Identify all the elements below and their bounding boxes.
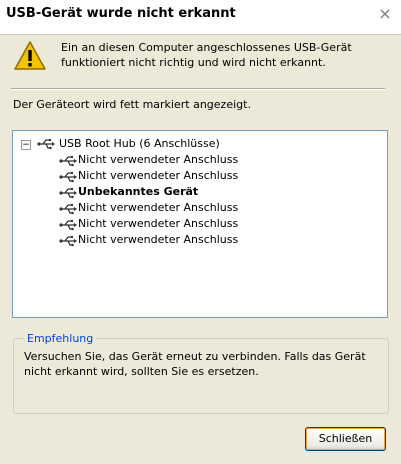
usb-icon: [59, 172, 77, 183]
recommendation-title: Empfehlung: [24, 332, 97, 345]
recommendation-group: Empfehlung Versuchen Sie, das Gerät erne…: [13, 332, 389, 414]
collapse-icon[interactable]: −: [21, 140, 31, 150]
recommendation-text: Versuchen Sie, das Gerät erneut zu verbi…: [24, 350, 366, 378]
title-bar: USB-Gerät wurde nicht erkannt ×: [0, 0, 401, 35]
tree-root-label: USB Root Hub (6 Anschlüsse): [59, 137, 220, 150]
port-label: Nicht verwendeter Anschluss: [78, 217, 239, 230]
usb-icon: [59, 156, 77, 167]
port-label: Nicht verwendeter Anschluss: [78, 169, 239, 182]
separator: [11, 88, 385, 90]
error-message: Ein an diesen Computer angeschlossenes U…: [61, 41, 352, 69]
port-label: Nicht verwendeter Anschluss: [78, 201, 239, 214]
device-tree[interactable]: − USB Root Hub (6 Anschlüsse) Nicht verw…: [12, 130, 388, 318]
usb-hub-icon: [37, 139, 55, 150]
usb-icon: [59, 188, 77, 199]
close-button[interactable]: Schließen: [305, 427, 386, 451]
warning-icon: [14, 41, 46, 70]
usb-icon: [59, 204, 77, 215]
window-title: USB-Gerät wurde nicht erkannt: [6, 6, 236, 21]
port-label: Nicht verwendeter Anschluss: [78, 233, 239, 246]
usb-icon: [59, 220, 77, 231]
usb-icon: [59, 236, 77, 247]
window-close-button[interactable]: ×: [375, 4, 395, 24]
port-label: Nicht verwendeter Anschluss: [78, 153, 239, 166]
port-label: Unbekanntes Gerät: [78, 185, 199, 198]
location-label: Der Geräteort wird fett markiert angezei…: [13, 98, 251, 111]
